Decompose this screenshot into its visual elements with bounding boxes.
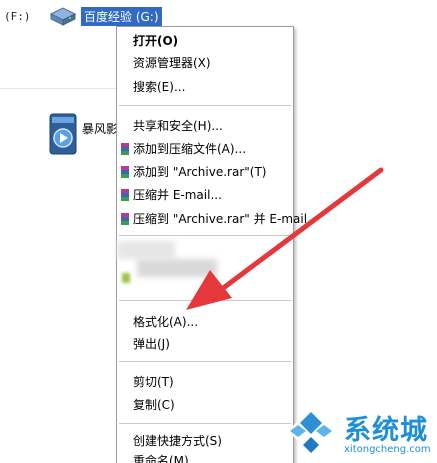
winrar-icon [121,213,129,225]
menu-item-cut[interactable]: 剪切(T) [117,372,293,392]
menu-item-add-archive[interactable]: 添加到压缩文件(A)... [117,139,293,159]
watermark-url: xitongcheng.com [344,444,431,455]
menu-item-copy[interactable]: 复制(C) [117,395,293,415]
blurred-region [137,259,217,277]
context-menu: 打开(O) 资源管理器(X) 搜索(E)... 共享和安全(H)... 添加到压… [116,26,307,463]
menu-separator [119,235,291,236]
drive-icon[interactable] [48,4,78,28]
blurred-region [122,273,130,283]
winrar-icon [121,143,129,155]
menu-separator [119,423,291,424]
menu-item-label: 添加到 "Archive.rar"(T) [133,165,267,179]
winrar-icon [121,166,129,178]
blurred-region [117,241,175,259]
menu-item-search[interactable]: 搜索(E)... [117,77,293,97]
menu-separator [119,105,291,106]
watermark-text: 系统城 [344,415,428,446]
menu-item-format[interactable]: 格式化(A)... [117,312,293,332]
winrar-icon [121,189,129,201]
menu-item-compress-rar-email[interactable]: 压缩到 "Archive.rar" 并 E-mail [117,209,307,229]
drive-f-label[interactable]: (F:) [4,10,31,23]
menu-separator [119,300,291,301]
drive-g-label[interactable]: 百度经验 (G:) [81,7,162,26]
menu-item-compress-email[interactable]: 压缩并 E-mail... [117,185,293,205]
menu-item-explorer[interactable]: 资源管理器(X) [117,53,293,73]
media-player-icon[interactable] [48,112,78,156]
menu-item-sharing[interactable]: 共享和安全(H)... [117,116,293,136]
menu-item-add-to-archive-rar[interactable]: 添加到 "Archive.rar"(T) [117,162,293,182]
menu-item-label: 添加到压缩文件(A)... [133,142,247,156]
menu-item-create-shortcut[interactable]: 创建快捷方式(S) [117,431,293,451]
menu-item-label: 压缩并 E-mail... [133,188,222,202]
windows-logo-icon [288,408,334,454]
desktop-divider [0,88,117,89]
menu-item-rename[interactable]: 重命名(M) [117,451,293,463]
menu-item-open[interactable]: 打开(O) [117,31,293,51]
menu-item-label: 压缩到 "Archive.rar" 并 E-mail [133,212,308,226]
menu-separator [119,361,291,362]
menu-item-eject[interactable]: 弹出(J) [117,334,293,354]
